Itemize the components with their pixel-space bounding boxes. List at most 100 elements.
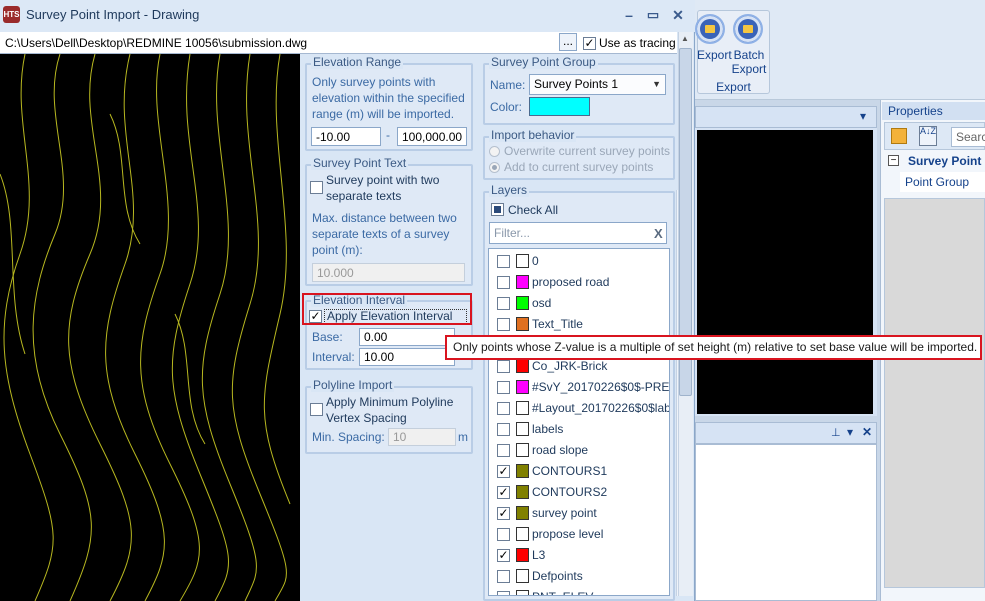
document-panel-header: ▾ bbox=[695, 106, 877, 128]
group-name-select[interactable]: Survey Points 1 ▼ bbox=[529, 74, 666, 95]
layer-row[interactable]: 0 bbox=[489, 251, 669, 272]
min-spacing-unit: m bbox=[458, 430, 468, 444]
layer-color-swatch bbox=[516, 443, 529, 457]
layer-checkbox[interactable] bbox=[497, 297, 510, 310]
interval-input[interactable]: 10.00 bbox=[359, 348, 455, 366]
maximize-button[interactable]: ▭ bbox=[642, 5, 664, 25]
properties-row[interactable]: Point Group bbox=[900, 172, 985, 192]
layer-row[interactable]: ✓ CONTOURS1 bbox=[489, 461, 669, 482]
document-canvas[interactable] bbox=[697, 130, 873, 414]
max-distance-input[interactable]: 10.000 bbox=[312, 263, 465, 282]
layer-row[interactable]: road slope bbox=[489, 440, 669, 461]
layer-checkbox[interactable]: ✓ bbox=[497, 549, 510, 562]
layer-checkbox[interactable] bbox=[497, 591, 510, 595]
min-spacing-input[interactable]: 10 bbox=[388, 428, 456, 446]
properties-search-input[interactable]: Search bbox=[951, 127, 985, 147]
layer-row[interactable]: labels bbox=[489, 419, 669, 440]
window-title: Survey Point Import - Drawing bbox=[26, 7, 200, 22]
browse-button[interactable]: ... bbox=[559, 33, 577, 51]
layer-name: propose level bbox=[532, 527, 604, 541]
chevron-down-icon[interactable]: ▼ bbox=[652, 75, 661, 94]
check-all-checkbox[interactable] bbox=[491, 203, 504, 216]
check-all-label[interactable]: Check All bbox=[508, 203, 558, 217]
layer-checkbox[interactable] bbox=[497, 423, 510, 436]
add-radio[interactable] bbox=[489, 162, 500, 173]
sort-az-icon[interactable]: A↓Z bbox=[919, 126, 937, 146]
layer-name: Text_Title bbox=[532, 317, 583, 331]
layer-color-swatch bbox=[516, 317, 529, 331]
base-input[interactable]: 0.00 bbox=[359, 328, 455, 346]
layer-color-swatch bbox=[516, 485, 529, 499]
export-icon[interactable] bbox=[695, 14, 725, 44]
layer-row[interactable]: PNT_ELEV bbox=[489, 587, 669, 595]
layer-row[interactable]: osd bbox=[489, 293, 669, 314]
drawing-preview[interactable] bbox=[0, 54, 300, 601]
layer-checkbox[interactable] bbox=[497, 528, 510, 541]
layer-row[interactable]: ✓ CONTOURS2 bbox=[489, 482, 669, 503]
properties-category[interactable]: Survey Point Group bbox=[886, 152, 985, 170]
layer-name: proposed road bbox=[532, 275, 610, 289]
layer-name: CONTOURS2 bbox=[532, 485, 608, 499]
group-name-value: Survey Points 1 bbox=[534, 77, 619, 91]
two-texts-checkbox[interactable] bbox=[310, 181, 323, 194]
layer-checkbox[interactable]: ✓ bbox=[497, 507, 510, 520]
layer-checkbox[interactable] bbox=[497, 276, 510, 289]
layer-filter-input[interactable]: Filter... bbox=[489, 222, 667, 244]
layer-checkbox[interactable] bbox=[497, 381, 510, 394]
layer-checkbox[interactable] bbox=[497, 444, 510, 457]
close-button[interactable]: ✕ bbox=[667, 5, 689, 25]
scroll-up-icon[interactable]: ▲ bbox=[681, 34, 689, 43]
layer-checkbox[interactable] bbox=[497, 255, 510, 268]
layer-row[interactable]: propose level bbox=[489, 524, 669, 545]
overwrite-radio[interactable] bbox=[489, 146, 500, 157]
elevation-interval-tooltip: Only points whose Z-value is a multiple … bbox=[445, 335, 982, 360]
minimize-button[interactable]: – bbox=[618, 5, 640, 25]
layer-checkbox[interactable]: ✓ bbox=[497, 486, 510, 499]
layer-name: survey point bbox=[532, 506, 597, 520]
min-vertex-spacing-label[interactable]: Apply Minimum Polyline Vertex Spacing bbox=[326, 394, 471, 426]
group-color-swatch[interactable] bbox=[529, 97, 590, 116]
layer-row[interactable]: #Layout_20170226$0$labe bbox=[489, 398, 669, 419]
min-spacing-label: Min. Spacing: bbox=[312, 430, 385, 444]
layer-checkbox[interactable] bbox=[497, 570, 510, 583]
layer-color-swatch bbox=[516, 422, 529, 436]
export-button-label[interactable]: Export bbox=[697, 48, 732, 62]
layer-name: labels bbox=[532, 422, 564, 436]
overwrite-label[interactable]: Overwrite current survey points bbox=[504, 144, 670, 158]
layer-row[interactable]: ✓ survey point bbox=[489, 503, 669, 524]
layer-checkbox[interactable] bbox=[497, 318, 510, 331]
use-as-tracing-label[interactable]: Use as tracing bbox=[599, 36, 676, 50]
layer-checkbox[interactable] bbox=[497, 360, 510, 373]
file-path: C:\Users\Dell\Desktop\REDMINE 10056\subm… bbox=[5, 36, 308, 50]
layer-checkbox[interactable]: ✓ bbox=[497, 465, 510, 478]
contour-lines bbox=[0, 54, 291, 601]
categorized-icon[interactable] bbox=[891, 128, 907, 144]
chevron-down-icon[interactable]: ▾ bbox=[860, 109, 866, 123]
elevation-min-input[interactable]: -10.00 bbox=[311, 127, 381, 146]
batch-export-button-label[interactable]: Batch Export bbox=[730, 48, 768, 76]
chevron-down-icon[interactable]: ▾ bbox=[847, 425, 853, 439]
layer-color-swatch bbox=[516, 569, 529, 583]
layers-list: 0 proposed road osd Text_Title Co_JRK-Brick #… bbox=[488, 248, 670, 596]
layer-checkbox[interactable] bbox=[497, 402, 510, 415]
use-as-tracing-checkbox[interactable]: ✓ bbox=[583, 37, 596, 50]
clear-filter-icon[interactable]: X bbox=[654, 226, 663, 241]
layer-row[interactable]: Defpoints bbox=[489, 566, 669, 587]
add-label[interactable]: Add to current survey points bbox=[504, 160, 653, 174]
close-icon[interactable]: ✕ bbox=[862, 425, 872, 439]
layer-color-swatch bbox=[516, 296, 529, 310]
batch-export-icon[interactable] bbox=[733, 14, 763, 44]
layer-row[interactable]: #SvY_20170226$0$-PRE bbox=[489, 377, 669, 398]
import-behavior-title: Import behavior bbox=[489, 128, 577, 142]
layer-color-swatch bbox=[516, 527, 529, 541]
pin-icon[interactable]: ⊥ bbox=[831, 426, 841, 439]
layer-name: road slope bbox=[532, 443, 589, 457]
layer-color-swatch bbox=[516, 590, 529, 595]
two-texts-label[interactable]: Survey point with two separate texts bbox=[326, 172, 471, 204]
app-logo-icon: HTS bbox=[3, 6, 20, 23]
min-vertex-spacing-checkbox[interactable] bbox=[310, 403, 323, 416]
layer-row[interactable]: proposed road bbox=[489, 272, 669, 293]
elevation-max-input[interactable]: 100,000.00 bbox=[397, 127, 467, 146]
layer-row[interactable]: ✓ L3 bbox=[489, 545, 669, 566]
layer-row[interactable]: Text_Title bbox=[489, 314, 669, 335]
